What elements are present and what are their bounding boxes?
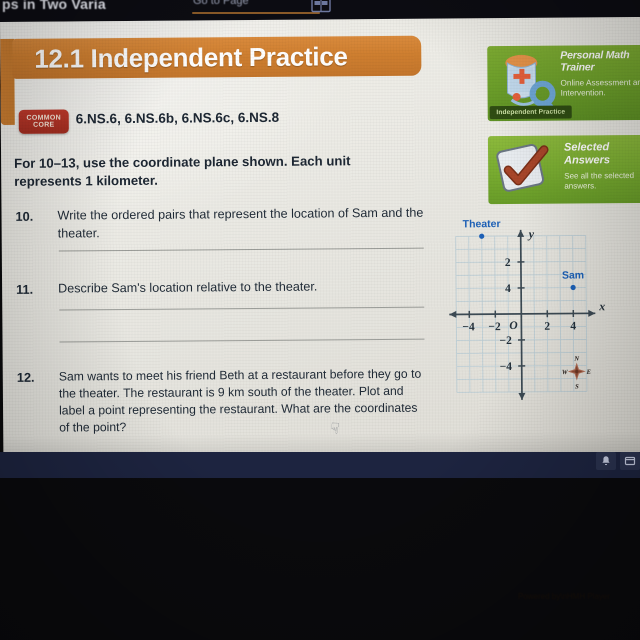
compass-west: W [562,369,569,376]
question-10-number: 10. [15,208,34,224]
answer-line-11b[interactable] [59,338,425,343]
xtick-2: 2 [544,321,550,333]
cc-badge-line2: CORE [33,121,55,129]
cc-badge-line1: COMMON [26,114,62,122]
coordinate-plane-svg: y x −4 −2 2 4 O 4 2 −2 −4 Theater Sam N … [449,218,605,400]
y-axis-arrow-up [517,229,525,237]
x-axis-arrow-right [588,309,596,317]
pmt-tag: Independent Practice [489,105,572,120]
question-11: 11. Describe Sam's location relative to … [16,278,426,299]
app-bottombar [0,452,640,478]
selected-answers-card[interactable]: Selected Answers See all the selected an… [487,134,640,205]
bell-icon[interactable] [596,452,616,470]
answer-line-10[interactable] [58,247,424,252]
personal-math-trainer-card[interactable]: Personal Math Trainer Online Assessment … [487,44,640,122]
origin-label: O [509,320,517,332]
screen: ps in Two Varia Go to Page 12.1 Independ… [0,0,640,640]
topbar-title: ps in Two Varia [2,0,106,12]
selected-answers-title: Selected Answers [563,141,611,167]
compass-south: S [575,383,579,390]
xtick-4: 4 [570,320,576,332]
compass-east: E [586,369,592,376]
question-12-text: Sam wants to meet his friend Beth at a r… [58,366,422,435]
pmt-title: Personal Math Trainer [560,49,630,74]
ytick-neg4: −4 [500,361,513,373]
lesson-banner: 12.1 Independent Practice [12,35,422,79]
data-point-theater-label: Theater [463,218,501,230]
answer-line-11a[interactable] [59,306,425,311]
question-11-number: 11. [16,281,34,297]
x-axis-label: x [598,299,605,313]
worksheet-page: 12.1 Independent Practice COMMON CORE 6.… [0,16,640,462]
data-point-sam-label: Sam [562,269,584,281]
pmt-tag-label: Independent Practice [496,108,566,117]
checkmark-icon [494,142,558,199]
window-icon[interactable] [620,452,640,470]
math-tools-icon [491,50,559,113]
question-10: 10. Write the ordered pairs that represe… [15,205,425,244]
xtick-neg4: −4 [462,321,475,333]
question-10-text: Write the ordered pairs that represent t… [57,205,424,241]
section-prompt: For 10–13, use the coordinate plane show… [14,153,351,190]
ytick-2: 2 [505,257,511,269]
common-core-badge: COMMON CORE [18,109,69,134]
ytick-neg2: −2 [499,335,512,347]
xtick-neg2: −2 [488,321,501,333]
question-12: 12. Sam wants to meet his friend Beth at… [17,366,428,438]
book-page-icon[interactable] [308,0,334,16]
go-to-page-underline [192,12,320,14]
footer-note: Powered by\nHMH Player [517,592,611,601]
x-axis-arrow-left [449,310,457,318]
question-12-number: 12. [16,369,35,385]
pointer-hand-icon: ☟ [329,419,341,438]
selected-answers-subtitle: See all the selected answers. [564,171,635,191]
go-to-page-label[interactable]: Go to Page [193,0,249,7]
coordinate-plane: y x −4 −2 2 4 O 4 2 −2 −4 Theater Sam N … [443,213,630,404]
compass-north: N [573,355,579,362]
system-tray [596,450,640,472]
system-background [0,478,640,640]
page-title: 12.1 Independent Practice [34,41,348,74]
y-axis-label: y [527,227,535,241]
ytick-4: 4 [505,283,511,295]
pmt-subtitle: Online Assessment and Intervention. [560,77,640,98]
question-11-text: Describe Sam's location relative to the … [58,279,318,296]
y-axis-arrow-down [518,392,526,400]
standards-list: 6.NS.6, 6.NS.6b, 6.NS.6c, 6.NS.8 [75,109,280,127]
